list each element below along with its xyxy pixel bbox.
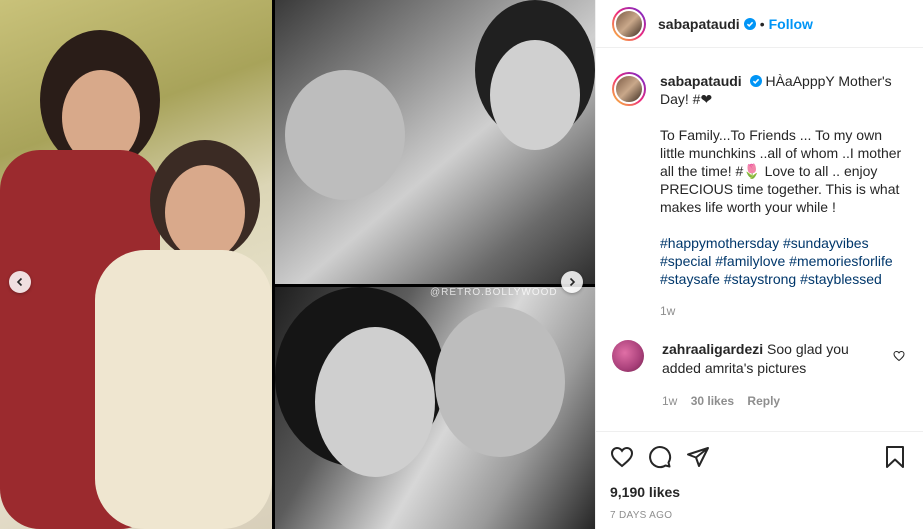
comment-item: zahraaligardezi Soo glad you added amrit… (612, 340, 907, 411)
post-header: sabapataudi • Follow (596, 0, 923, 48)
photo-mother-child-bw-top (275, 0, 595, 284)
bookmark-icon (886, 446, 904, 468)
comment-text: zahraaligardezi Soo glad you added amrit… (662, 340, 872, 411)
like-button[interactable] (610, 445, 634, 469)
verified-badge-icon (743, 17, 756, 30)
carousel-next-button[interactable] (561, 271, 583, 293)
comments-panel: sabapataudi HÀaApppY Mother's Day! #❤ To… (596, 56, 923, 428)
comment-reply-button[interactable]: Reply (747, 394, 780, 408)
caption-body: To Family...To Friends ... To my own lit… (660, 127, 902, 215)
post-timestamp: 7 DAYS AGO (610, 510, 673, 521)
verified-badge-icon (749, 75, 762, 87)
share-button[interactable] (686, 445, 710, 469)
post-actions: 9,190 likes 7 DAYS AGO (596, 431, 923, 521)
post-media-carousel[interactable]: @RETRO.BOLLYWOOD (0, 0, 595, 529)
comment-likes[interactable]: 30 likes (691, 394, 734, 408)
comment-meta: 1w 30 likes Reply (662, 392, 872, 411)
carousel-prev-button[interactable] (9, 271, 31, 293)
caption-age: 1w (660, 304, 676, 318)
author-avatar[interactable] (612, 6, 646, 41)
instagram-post: @RETRO.BOLLYWOOD sabapataudi • Follow sa… (0, 0, 923, 529)
separator-dot: • (759, 15, 765, 32)
follow-button[interactable]: Follow (769, 16, 813, 32)
likes-count[interactable]: 9,190 likes (610, 484, 907, 500)
comment-icon (649, 446, 672, 469)
comment-like-heart-icon[interactable] (893, 350, 905, 362)
post-sidebar: sabapataudi • Follow sabapataudi HÀaAppp… (595, 0, 923, 529)
caption-avatar[interactable] (612, 72, 646, 106)
heart-icon (610, 446, 634, 468)
caption-username[interactable]: sabapataudi (660, 73, 742, 89)
photo-mother-daughter-color (0, 0, 272, 529)
save-button[interactable] (883, 445, 907, 469)
photo-watermark: @RETRO.BOLLYWOOD (430, 287, 558, 298)
comment-button[interactable] (648, 445, 672, 469)
caption-hashtags[interactable]: #happymothersday #sundayvibes #special #… (660, 234, 906, 288)
commenter-avatar[interactable] (612, 340, 644, 372)
commenter-username[interactable]: zahraaligardezi (662, 341, 763, 357)
comment-age: 1w (662, 394, 678, 408)
photo-mother-baby-bw-bottom (275, 287, 595, 529)
action-icons-row (610, 442, 907, 472)
caption-text: sabapataudi HÀaApppY Mother's Day! #❤ To… (660, 72, 906, 320)
chevron-right-icon (569, 277, 576, 287)
chevron-left-icon (16, 277, 23, 287)
post-caption: sabapataudi HÀaApppY Mother's Day! #❤ To… (612, 72, 907, 320)
author-username[interactable]: sabapataudi (658, 16, 740, 32)
share-icon (687, 447, 709, 467)
